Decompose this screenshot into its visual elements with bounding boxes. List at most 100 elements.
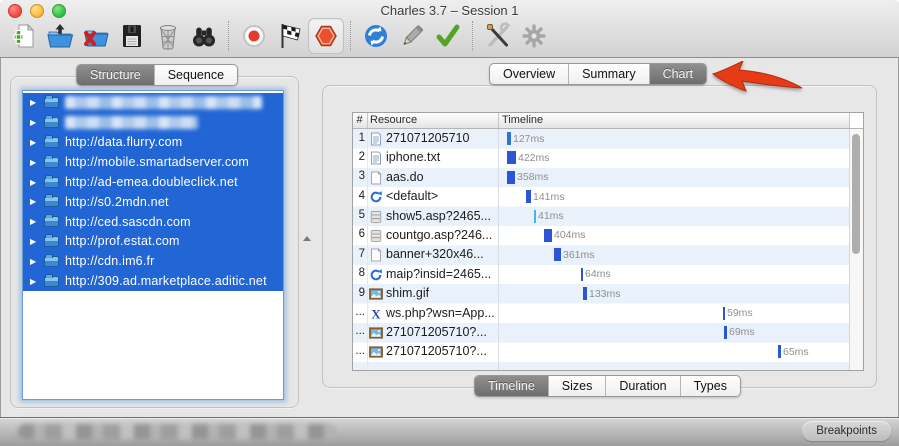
column-divider[interactable] [498, 113, 499, 128]
left-panel-tab[interactable]: Sequence [153, 65, 237, 85]
disclosure-triangle-icon[interactable]: ▶ [30, 257, 39, 266]
tree-item[interactable]: ▶ http://cdn.im6.fr [23, 251, 283, 272]
folder-icon [44, 233, 59, 247]
table-row[interactable]: 2 iphone.txt 422ms [353, 148, 850, 167]
tree-item[interactable]: ▶ http://ced.sascdn.com [23, 211, 283, 232]
tree-item[interactable]: ▶ http://mobile.smartadserver.com [23, 152, 283, 173]
plain-document-icon [371, 170, 382, 185]
charles-window: Charles 3.7 – Session 1 Structure Sequen… [0, 0, 899, 446]
chart-mode-tab[interactable]: Timeline [475, 376, 548, 396]
table-row[interactable]: 9 shim.gif 133ms [353, 284, 850, 303]
table-scrollbar[interactable] [849, 129, 863, 370]
table-row[interactable]: 5 show5.asp?2465... 41ms [353, 207, 850, 226]
column-header-timeline[interactable]: Timeline [502, 114, 543, 126]
disclosure-triangle-icon[interactable]: ▶ [30, 197, 39, 206]
stop-icon [315, 25, 337, 47]
new-session-button[interactable] [6, 18, 42, 54]
folder-icon [44, 154, 59, 168]
host-tree-list[interactable]: ▶ ▶ ▶ http://data.flurry.com ▶ http://mo… [22, 90, 284, 400]
host-url-label: http://309.ad.marketplace.aditic.net [65, 274, 267, 289]
host-url-label: http://ad-emea.doubleclick.net [65, 175, 238, 190]
chart-mode-tab[interactable]: Sizes [547, 376, 606, 396]
host-url-label: http://prof.estat.com [65, 234, 180, 249]
tree-item[interactable]: ▶ http://ad-emea.doubleclick.net [23, 172, 283, 192]
redacted-status-text [18, 424, 336, 439]
disclosure-triangle-icon[interactable]: ▶ [30, 237, 39, 246]
tree-item[interactable]: ▶ http://309.ad.marketplace.aditic.net [23, 271, 283, 291]
duration-label: 361ms [563, 248, 595, 261]
checkmark-icon [436, 24, 460, 47]
table-row[interactable]: ... 271071205710?... 69ms [353, 323, 850, 342]
detail-tab[interactable]: Chart [648, 64, 707, 84]
breakpoints-button[interactable]: Breakpoints [802, 421, 891, 441]
resource-icon [369, 268, 383, 282]
disclosure-triangle-icon[interactable]: ▶ [30, 118, 39, 127]
table-row[interactable]: 1 271071205710 127ms [353, 129, 850, 148]
clear-session-button[interactable] [150, 18, 186, 54]
tree-item[interactable]: ▶ [23, 93, 283, 113]
resource-name: iphone.txt [386, 150, 441, 165]
disclosure-triangle-icon[interactable]: ▶ [30, 178, 39, 187]
table-row[interactable]: ... 271071205710?... 65ms [353, 342, 850, 361]
row-number: 4 [358, 189, 365, 202]
disclosure-triangle-icon[interactable]: ▶ [30, 138, 39, 147]
detail-tab[interactable]: Summary [568, 64, 648, 84]
table-row[interactable]: 4 <default> 141ms [353, 187, 850, 206]
record-button[interactable] [236, 18, 272, 54]
disclosure-triangle-icon[interactable]: ▶ [30, 217, 39, 226]
resource-icon [369, 248, 383, 262]
table-row[interactable]: ... X ws.php?wsn=App... 59ms [353, 304, 850, 323]
pencil-icon [403, 25, 424, 46]
tree-item[interactable]: ▶ http://s0.2mdn.net [23, 191, 283, 212]
find-button[interactable] [186, 18, 222, 54]
table-row[interactable]: 8 maip?insid=2465... 64ms [353, 265, 850, 284]
tools-button[interactable] [480, 18, 516, 54]
open-session-button[interactable] [42, 18, 78, 54]
tree-item[interactable]: ▶ http://data.flurry.com [23, 132, 283, 153]
new-document-icon [13, 23, 35, 48]
settings-button[interactable] [516, 18, 552, 54]
tree-item[interactable]: ▶ http://prof.estat.com [23, 231, 283, 252]
disclosure-triangle-icon[interactable]: ▶ [30, 277, 39, 286]
header-corner [849, 113, 863, 128]
validate-button[interactable] [430, 18, 466, 54]
table-row[interactable]: 3 aas.do 358ms [353, 168, 850, 187]
splitter-collapse-handle[interactable] [303, 236, 311, 241]
close-session-button[interactable] [78, 18, 114, 54]
chart-mode-tab[interactable]: Types [679, 376, 740, 396]
table-row[interactable]: 6 countgo.asp?246... 404ms [353, 226, 850, 245]
save-session-button[interactable] [114, 18, 150, 54]
row-number: 9 [358, 286, 365, 299]
duration-label: 358ms [517, 171, 549, 184]
timeline-cell: 141ms [499, 187, 850, 206]
disclosure-triangle-icon[interactable]: ▶ [30, 98, 39, 107]
resource-icon [369, 326, 383, 340]
detail-tab-bar: Overview Summary Chart [489, 63, 708, 85]
disclosure-triangle-icon[interactable]: ▶ [30, 158, 39, 167]
timeline-cell: 422ms [499, 148, 850, 167]
left-panel-tab[interactable]: Structure [77, 65, 154, 85]
finish-flag-button[interactable] [272, 18, 308, 54]
duration-label: 404ms [554, 229, 586, 242]
scrollbar-thumb[interactable] [852, 134, 860, 254]
host-url-label: http://data.flurry.com [65, 135, 183, 150]
timeline-bar [724, 325, 727, 339]
column-divider[interactable] [367, 113, 368, 128]
image-icon [369, 346, 383, 358]
edit-button[interactable] [394, 18, 430, 54]
image-icon [369, 288, 383, 300]
chart-mode-tab[interactable]: Duration [605, 376, 679, 396]
timeline-cell: 361ms [499, 245, 850, 264]
resource-icon [369, 132, 383, 146]
table-row[interactable]: 7 banner+320x46... 361ms [353, 245, 850, 264]
repeat-button[interactable] [358, 18, 394, 54]
duration-label: 65ms [783, 345, 809, 358]
detail-tab[interactable]: Overview [490, 64, 568, 84]
stop-button[interactable] [308, 18, 344, 54]
window-title: Charles 3.7 – Session 1 [380, 3, 519, 18]
column-header-resource[interactable]: Resource [370, 114, 417, 126]
resource-icon [369, 190, 383, 204]
column-header-num[interactable]: # [353, 114, 366, 126]
tree-item[interactable]: ▶ [23, 112, 283, 133]
timeline-cell: 127ms [499, 129, 850, 148]
